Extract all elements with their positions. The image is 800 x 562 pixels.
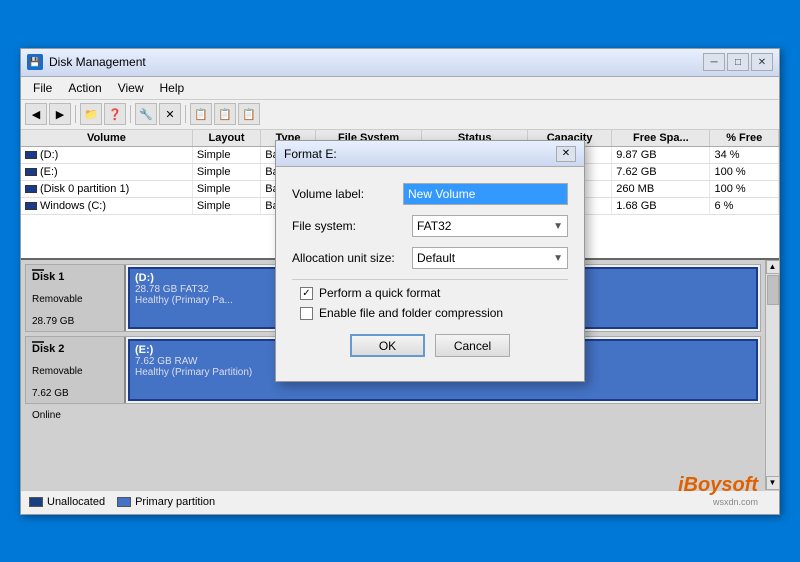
scroll-track[interactable]	[766, 274, 779, 476]
scroll-thumb[interactable]	[767, 275, 779, 305]
file-system-dropdown-icon: ▼	[553, 221, 563, 232]
disk-type: Removable	[32, 366, 118, 377]
title-bar-left: 💾 Disk Management	[27, 54, 146, 70]
legend-bar: Unallocated Primary partition	[21, 490, 779, 514]
window-icon: 💾	[27, 54, 43, 70]
disk-label: Disk 2 Removable 7.62 GB Online	[26, 337, 126, 403]
col-layout[interactable]: Layout	[192, 130, 260, 147]
allocation-row: Allocation unit size: Default ▼	[292, 247, 568, 269]
legend-color-swatch	[117, 497, 131, 507]
legend-item: Unallocated	[29, 496, 105, 508]
cell-percent: 100 %	[710, 163, 779, 180]
watermark-url: wsxdn.com	[713, 497, 758, 507]
cell-volume: (D:)	[21, 146, 192, 163]
legend-label: Unallocated	[47, 496, 105, 508]
cell-percent: 34 %	[710, 146, 779, 163]
disk-size: 28.79 GB	[32, 316, 118, 327]
scroll-down-arrow[interactable]: ▼	[766, 476, 780, 490]
disk-name: Disk 1	[32, 271, 118, 283]
toolbar-separator-2	[130, 105, 131, 123]
close-button[interactable]: ✕	[751, 53, 773, 71]
disk-type: Removable	[32, 294, 118, 305]
dialog-title-bar: Format E: ✕	[276, 141, 584, 167]
cell-layout: Simple	[192, 197, 260, 214]
quick-format-checkbox[interactable]: ✓	[300, 287, 313, 300]
dialog-buttons: OK Cancel	[292, 334, 568, 357]
disk-label: Disk 1 Removable 28.79 GB Online	[26, 265, 126, 331]
volume-label-row: Volume label:	[292, 183, 568, 205]
cell-percent: 100 %	[710, 180, 779, 197]
col-free[interactable]: Free Spa...	[612, 130, 710, 147]
minimize-button[interactable]: ─	[703, 53, 725, 71]
cell-layout: Simple	[192, 146, 260, 163]
brand-watermark: iBoysoft	[678, 474, 758, 497]
disk-status: Online	[32, 410, 118, 421]
cancel-button[interactable]: Cancel	[435, 334, 510, 357]
file-system-select[interactable]: FAT32 ▼	[412, 215, 568, 237]
folder-button[interactable]: 📁	[80, 103, 102, 125]
cell-free: 1.68 GB	[612, 197, 710, 214]
compression-row: Enable file and folder compression	[300, 306, 568, 320]
forward-button[interactable]: ▶	[49, 103, 71, 125]
menu-help[interactable]: Help	[152, 79, 193, 97]
cell-volume: Windows (C:)	[21, 197, 192, 214]
ok-button[interactable]: OK	[350, 334, 425, 357]
legend-color-swatch	[29, 497, 43, 507]
scroll-up-arrow[interactable]: ▲	[766, 260, 780, 274]
dialog-title: Format E:	[284, 147, 337, 161]
compression-checkbox[interactable]	[300, 307, 313, 320]
delete-button[interactable]: ✕	[159, 103, 181, 125]
format-dialog: Format E: ✕ Volume label: File system: F…	[275, 140, 585, 382]
help-button[interactable]: ❓	[104, 103, 126, 125]
col-percent[interactable]: % Free	[710, 130, 779, 147]
menu-file[interactable]: File	[25, 79, 60, 97]
disk-name: Disk 2	[32, 343, 118, 355]
toolbar-separator-3	[185, 105, 186, 123]
cell-free: 9.87 GB	[612, 146, 710, 163]
allocation-value: Default	[417, 251, 455, 265]
cell-volume: (Disk 0 partition 1)	[21, 180, 192, 197]
allocation-dropdown-icon: ▼	[553, 253, 563, 264]
allocation-select[interactable]: Default ▼	[412, 247, 568, 269]
disk-size: 7.62 GB	[32, 388, 118, 399]
dialog-close-button[interactable]: ✕	[556, 146, 576, 162]
menu-bar: File Action View Help	[21, 77, 779, 100]
quick-format-label: Perform a quick format	[319, 286, 440, 300]
toolbar-separator-1	[75, 105, 76, 123]
file-system-row: File system: FAT32 ▼	[292, 215, 568, 237]
cell-layout: Simple	[192, 163, 260, 180]
copy-button-2[interactable]: 📋	[214, 103, 236, 125]
vertical-scrollbar[interactable]: ▲ ▼	[765, 260, 779, 490]
cell-volume: (E:)	[21, 163, 192, 180]
copy-button-3[interactable]: 📋	[238, 103, 260, 125]
file-system-value: FAT32	[417, 219, 451, 233]
toolbar: ◀ ▶ 📁 ❓ 🔧 ✕ 📋 📋 📋	[21, 100, 779, 130]
legend-item: Primary partition	[117, 496, 215, 508]
compression-label: Enable file and folder compression	[319, 306, 503, 320]
settings-button[interactable]: 🔧	[135, 103, 157, 125]
col-volume[interactable]: Volume	[21, 130, 192, 147]
volume-label-input[interactable]	[403, 183, 568, 205]
cell-free: 7.62 GB	[612, 163, 710, 180]
allocation-label: Allocation unit size:	[292, 251, 412, 265]
volume-label-label: Volume label:	[292, 187, 403, 201]
menu-action[interactable]: Action	[60, 79, 109, 97]
title-bar: 💾 Disk Management ─ □ ✕	[21, 49, 779, 77]
title-buttons: ─ □ ✕	[703, 53, 773, 71]
copy-button-1[interactable]: 📋	[190, 103, 212, 125]
file-system-label: File system:	[292, 219, 412, 233]
legend-label: Primary partition	[135, 496, 215, 508]
cell-free: 260 MB	[612, 180, 710, 197]
dialog-body: Volume label: File system: FAT32 ▼ Alloc…	[276, 167, 584, 381]
quick-format-row: ✓ Perform a quick format	[300, 286, 568, 300]
maximize-button[interactable]: □	[727, 53, 749, 71]
cell-layout: Simple	[192, 180, 260, 197]
window-title: Disk Management	[49, 55, 146, 69]
back-button[interactable]: ◀	[25, 103, 47, 125]
cell-percent: 6 %	[710, 197, 779, 214]
menu-view[interactable]: View	[110, 79, 152, 97]
